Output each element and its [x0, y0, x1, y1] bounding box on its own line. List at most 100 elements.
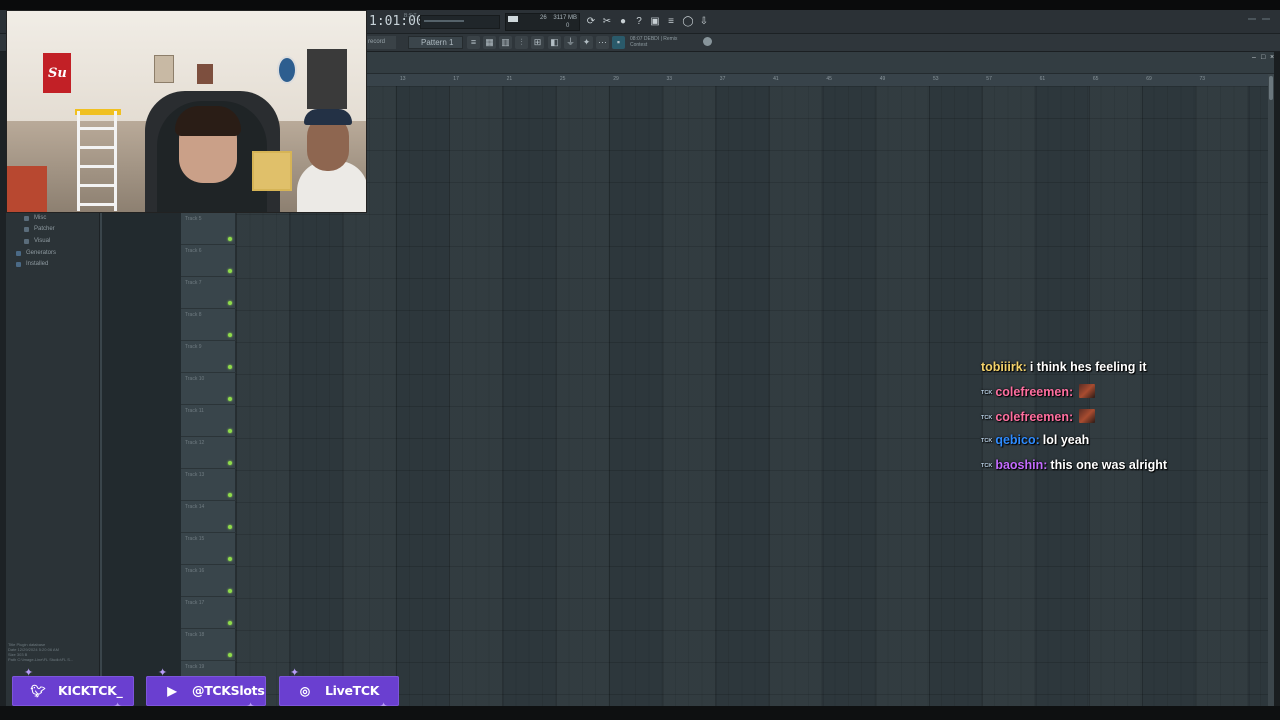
track-header[interactable]: Track 13: [181, 469, 236, 501]
browser-item-misc[interactable]: Misc: [34, 215, 46, 221]
twitter-icon: 🐦︎: [30, 684, 46, 698]
playlist-minimize-icon[interactable]: –: [1252, 54, 1258, 61]
piano-roll-icon[interactable]: ▦: [483, 36, 496, 49]
track-enable-led[interactable]: [228, 621, 232, 625]
installed-icon: [16, 262, 21, 267]
track-enable-led[interactable]: [228, 589, 232, 593]
track-header[interactable]: Track 14: [181, 501, 236, 533]
song-info-line2: Contest: [630, 42, 648, 48]
playlist-icon[interactable]: ≡: [467, 36, 480, 49]
pin-icon[interactable]: ✦: [580, 36, 593, 49]
track-enable-led[interactable]: [228, 653, 232, 657]
cam-yellow-box: [252, 151, 292, 191]
track-header[interactable]: Track 16: [181, 565, 236, 597]
track-label: Track 15: [185, 536, 205, 542]
track-enable-led[interactable]: [228, 365, 232, 369]
track-header[interactable]: Track 8: [181, 309, 236, 341]
track-header[interactable]: Track 15: [181, 533, 236, 565]
track-header[interactable]: Track 10: [181, 373, 236, 405]
track-enable-led[interactable]: [228, 237, 232, 241]
chat-text: lol yeah: [1042, 433, 1090, 448]
folder-icon: [24, 239, 29, 244]
song-info: 08:07 DEBDI | Remix Contest: [630, 36, 677, 48]
browser-item-visual[interactable]: Visual: [34, 238, 50, 244]
globe-icon[interactable]: [703, 37, 712, 46]
track-label: Track 18: [185, 632, 205, 638]
tck-badge-icon: TCK: [981, 414, 993, 421]
track-header[interactable]: Track 11: [181, 405, 236, 437]
ruler-bar-number: 61: [1039, 76, 1046, 82]
chat-message: TCK colefreemen:: [981, 408, 1241, 433]
ruler-bar-number: 17: [453, 76, 459, 82]
mixer-icon[interactable]: ≡: [664, 15, 678, 29]
channel-rack-icon[interactable]: ▥: [499, 36, 512, 49]
playlist-maximize-icon[interactable]: □: [1261, 54, 1267, 61]
browser-item-installed[interactable]: Installed: [26, 261, 48, 267]
track-enable-led[interactable]: [228, 301, 232, 305]
help-icon[interactable]: ?: [632, 15, 646, 29]
track-header[interactable]: Track 7: [181, 277, 236, 309]
cam-ladder: [77, 111, 117, 211]
right-edge: [1274, 52, 1280, 706]
chat-username: baoshin:: [995, 457, 1048, 472]
save-icon[interactable]: ▣: [648, 15, 662, 29]
record-mode[interactable]: record: [366, 36, 396, 49]
browser-item-patcher[interactable]: Patcher: [34, 226, 55, 232]
browser-file-info: Title Plugin database Date 12/29/2024 5:…: [8, 642, 73, 662]
chat-message: TCK colefreemen:: [981, 384, 1241, 408]
mixer-view-icon[interactable]: ⫶: [515, 36, 528, 49]
track-label: Track 5: [185, 216, 202, 222]
track-enable-led[interactable]: [228, 269, 232, 273]
song-info-icon[interactable]: ▪: [612, 36, 625, 49]
cam-guest-cap: [304, 109, 352, 125]
tck-badge-icon: TCK: [981, 462, 993, 469]
track-label: Track 13: [185, 472, 205, 478]
scrollbar-thumb[interactable]: [1269, 76, 1273, 100]
track-header[interactable]: Track 6: [181, 245, 236, 277]
maximize-icon[interactable]: [1262, 18, 1270, 20]
track-header[interactable]: Track 17: [181, 597, 236, 629]
track-enable-led[interactable]: [228, 429, 232, 433]
chat-username: colefreemen:: [995, 409, 1074, 424]
cam-red-couch: [7, 166, 47, 212]
ruler-bar-number: 21: [506, 76, 513, 82]
track-enable-led[interactable]: [228, 397, 232, 401]
mic-icon[interactable]: ●: [616, 15, 630, 29]
ruler-bar-number: 13: [400, 76, 406, 82]
track-header[interactable]: Track 9: [181, 341, 236, 373]
browser-icon[interactable]: ⊞: [531, 36, 544, 49]
track-enable-led[interactable]: [228, 333, 232, 337]
track-header[interactable]: Track 18: [181, 629, 236, 661]
tempo-display[interactable]: [420, 15, 500, 29]
pattern-selector[interactable]: Pattern 1: [408, 36, 463, 49]
chat-icon[interactable]: ◯: [681, 15, 695, 29]
cpu-tempo: 26: [540, 15, 547, 21]
track-header[interactable]: Track 12: [181, 437, 236, 469]
info-path: Path C:\Image-Line\FL Studio\FL S...: [8, 657, 74, 662]
ruler-bar-number: 29: [613, 76, 619, 82]
plugin-icon[interactable]: ◧: [548, 36, 561, 49]
ruler-bar-number: 37: [719, 76, 726, 82]
sparkle-icon: ✦: [158, 667, 168, 679]
wand-icon[interactable]: ⋯: [596, 36, 609, 49]
browser-item-generators[interactable]: Generators: [26, 250, 56, 256]
track-enable-led[interactable]: [228, 557, 232, 561]
track-enable-led[interactable]: [228, 525, 232, 529]
timeline-ruler[interactable]: [367, 74, 1274, 86]
track-label: Track 12: [185, 440, 205, 446]
download-icon[interactable]: ⇩: [697, 15, 711, 29]
track-header[interactable]: Track 5: [181, 213, 236, 245]
sparkle-icon: ✦: [24, 667, 34, 679]
minimize-icon[interactable]: [1248, 18, 1256, 20]
plug-icon[interactable]: ⏚: [564, 36, 577, 49]
chat-username: tobiiirk:: [981, 360, 1027, 374]
emote-icon: [1079, 384, 1096, 399]
refresh-icon[interactable]: ⟳: [584, 15, 598, 29]
ruler-bar-number: 53: [933, 76, 939, 82]
playlist-header: [367, 52, 1274, 74]
sparkle-icon: ✦: [290, 667, 300, 679]
ruler-bar-number: 45: [826, 76, 832, 82]
track-enable-led[interactable]: [228, 493, 232, 497]
track-enable-led[interactable]: [228, 461, 232, 465]
scissors-icon[interactable]: ✂: [600, 15, 614, 29]
